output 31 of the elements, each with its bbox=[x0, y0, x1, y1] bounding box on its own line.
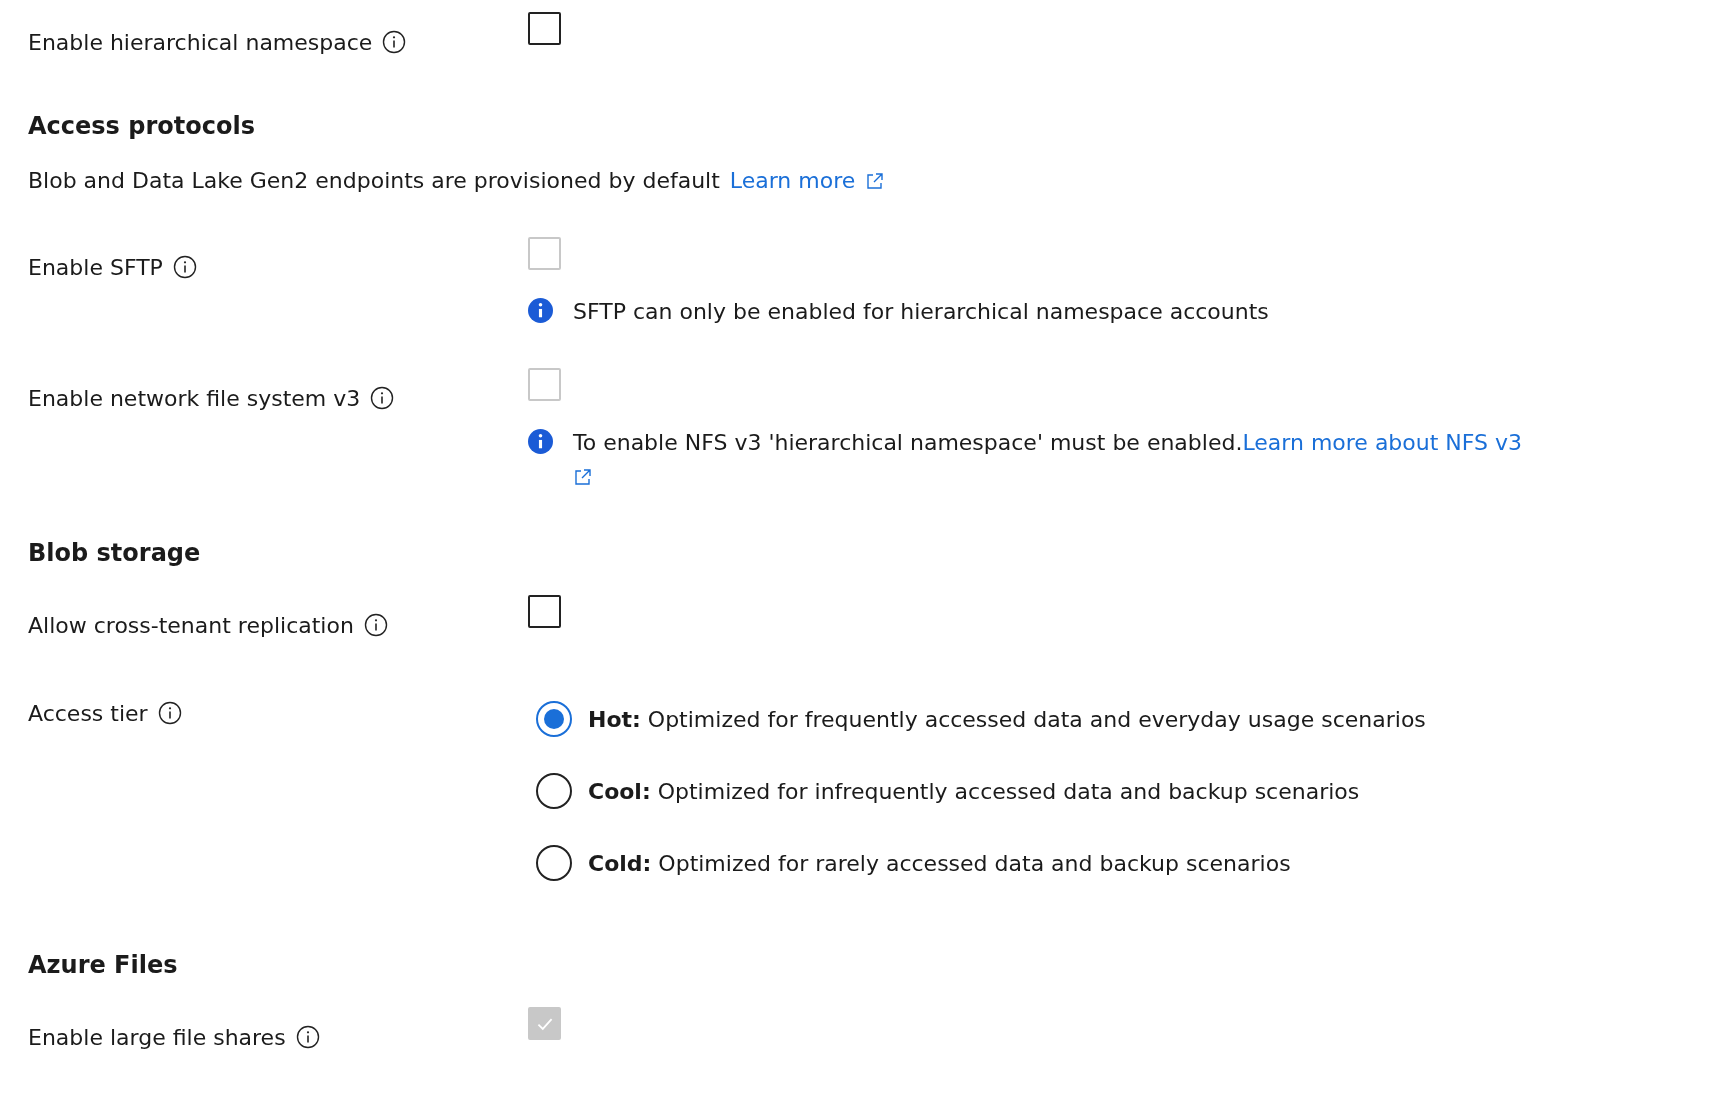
setting-label: Access tier bbox=[28, 700, 148, 726]
info-icon bbox=[363, 613, 388, 637]
section-heading: Blob storage bbox=[28, 539, 202, 567]
info-icon bbox=[157, 701, 182, 725]
note-text: To enable NFS v3 'hierarchical namespace' must be enabled. bbox=[573, 430, 1243, 455]
option-label: Cool: Optimized for infrequently accessed data and backup scenarios bbox=[588, 778, 1360, 804]
info-icon bbox=[370, 386, 395, 410]
radio-button[interactable] bbox=[536, 701, 572, 737]
note-text: SFTP can only be enabled for hierarchical namespace accounts bbox=[573, 299, 1269, 324]
setting-label: Enable hierarchical namespace bbox=[28, 29, 373, 55]
setting-label: Allow cross-tenant replication bbox=[28, 612, 354, 638]
info-icon bbox=[172, 255, 197, 279]
info-icon bbox=[295, 1025, 320, 1049]
checkbox[interactable] bbox=[528, 12, 561, 45]
info-icon bbox=[382, 30, 407, 54]
setting-label: Enable SFTP bbox=[28, 254, 163, 280]
external-link-icon bbox=[573, 467, 593, 487]
info-icon bbox=[528, 298, 553, 323]
description-text: Blob and Data Lake Gen2 endpoints are provisioned by default bbox=[28, 168, 720, 193]
learn-more-link[interactable]: Learn more bbox=[729, 168, 856, 193]
external-link-icon bbox=[865, 170, 886, 191]
checkbox[interactable] bbox=[528, 595, 561, 628]
info-icon bbox=[528, 429, 553, 454]
section-heading: Azure Files bbox=[28, 951, 179, 979]
setting-label: Enable large file shares bbox=[28, 1024, 286, 1050]
setting-label: Enable network file system v3 bbox=[28, 385, 361, 411]
section-heading: Access protocols bbox=[28, 112, 256, 140]
radio-button[interactable] bbox=[536, 773, 572, 809]
radio-button[interactable] bbox=[536, 845, 572, 881]
option-label: Cold: Optimized for rarely accessed data and backup scenarios bbox=[588, 850, 1291, 876]
option-label: Hot: Optimized for frequently accessed data and everyday usage scenarios bbox=[588, 706, 1426, 732]
